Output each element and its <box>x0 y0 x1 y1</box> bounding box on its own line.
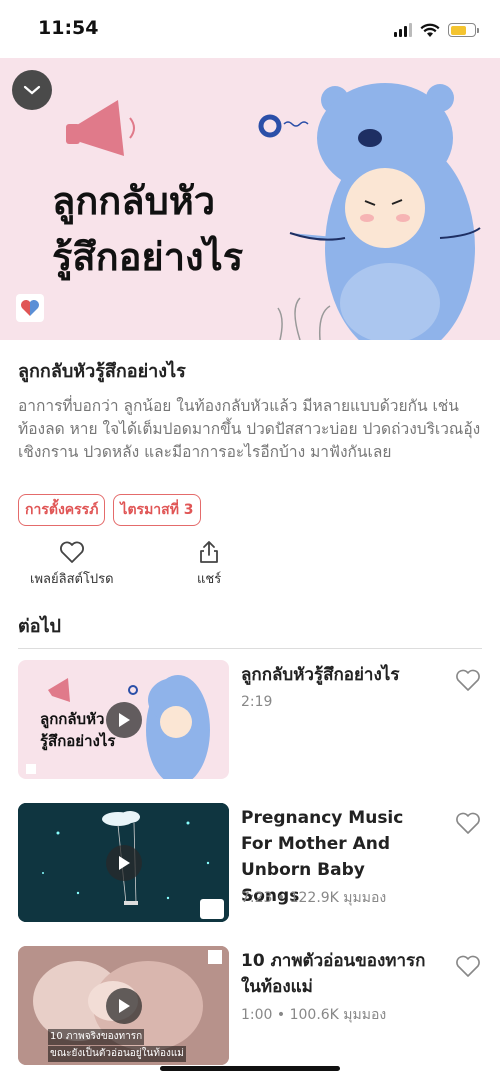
play-button[interactable] <box>106 702 142 738</box>
play-button[interactable] <box>106 988 142 1024</box>
wifi-icon <box>420 23 440 37</box>
status-icons <box>394 20 479 40</box>
item-title[interactable]: 10 ภาพตัวอ่อนของทารก ในท้องแม่ <box>241 948 426 1000</box>
play-icon <box>119 856 130 870</box>
heart-icon <box>59 541 84 563</box>
video-thumbnail[interactable]: 10 ภาพจริงของทารก ขณะยังเป็นตัวอ่อนอยู่ใ… <box>18 946 229 1065</box>
item-meta: 7:23 • 122.9K มุมมอง <box>241 890 387 906</box>
status-time: 11:54 <box>38 17 99 39</box>
thumbnail-title: ลูกกลับหัว รู้สึกอย่างไร <box>40 710 116 750</box>
tag-list: การตั้งครรภ์ ไตรมาสที่ 3 <box>18 494 201 526</box>
item-title[interactable]: ลูกกลับหัวรู้สึกอย่างไร <box>241 662 426 688</box>
tag-pregnancy[interactable]: การตั้งครรภ์ <box>18 494 106 526</box>
hero-title-line2: รู้สึกอย่างไร <box>52 235 244 279</box>
battery-icon <box>448 23 479 37</box>
megaphone-icon <box>66 100 135 156</box>
video-description: อาการที่บอกว่า ลูกน้อย ในท้องกลับหัวแล้ว… <box>18 397 481 461</box>
play-icon <box>119 713 130 727</box>
divider <box>18 648 482 649</box>
share-icon <box>200 541 218 563</box>
tag-trimester-3[interactable]: ไตรมาสที่ 3 <box>113 494 201 526</box>
heart-logo-icon <box>21 300 39 316</box>
bear-illustration <box>289 83 481 340</box>
brand-logo <box>16 294 44 322</box>
thumbnail-caption-line1: 10 ภาพจริงของทารก <box>48 1029 145 1045</box>
video-thumbnail[interactable]: ลูกกลับหัว รู้สึกอย่างไร <box>18 660 229 779</box>
favorite-playlist-button[interactable]: เพลย์ลิสต์โปรด <box>30 540 114 589</box>
chevron-down-icon <box>23 85 41 95</box>
play-button[interactable] <box>106 845 142 881</box>
next-section-title: ต่อไป <box>18 616 61 637</box>
signal-icon <box>394 23 412 37</box>
heart-icon[interactable] <box>455 668 481 692</box>
hero-video[interactable]: ลูกกลับหัว รู้สึกอย่างไร <box>0 58 500 340</box>
share-button[interactable]: แชร์ <box>197 540 221 589</box>
video-title: ลูกกลับหัวรู้สึกอย่างไร <box>18 361 186 382</box>
heart-icon[interactable] <box>455 954 481 978</box>
video-thumbnail[interactable] <box>18 803 229 922</box>
collapse-button[interactable] <box>12 70 52 110</box>
favorite-playlist-label: เพลย์ลิสต์โปรด <box>30 572 114 587</box>
hero-title: ลูกกลับหัว รู้สึกอย่างไร <box>52 173 243 285</box>
home-indicator[interactable] <box>160 1066 340 1071</box>
item-meta: 2:19 <box>241 694 273 710</box>
item-meta: 1:00 • 100.6K มุมมอง <box>241 1007 387 1023</box>
thumbnail-caption-line2: ขณะยังเป็นตัวอ่อนอยู่ในท้องแม่ <box>48 1046 186 1062</box>
heart-icon[interactable] <box>455 811 481 835</box>
status-bar: 11:54 <box>0 0 500 58</box>
play-icon <box>119 999 130 1013</box>
share-label: แชร์ <box>197 572 222 587</box>
hero-title-line1: ลูกกลับหัว <box>52 179 216 223</box>
